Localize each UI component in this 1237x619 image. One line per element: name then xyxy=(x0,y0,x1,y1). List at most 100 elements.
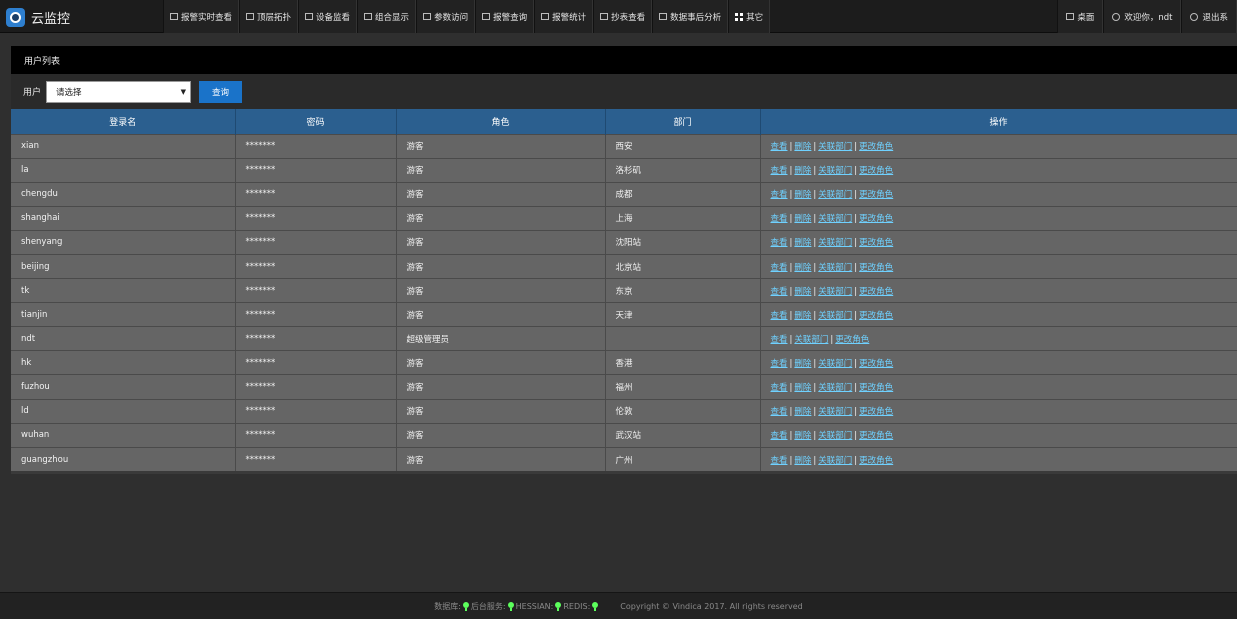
view-link[interactable]: 查看 xyxy=(771,311,788,321)
role-link[interactable]: 更改角色 xyxy=(859,142,893,152)
brand[interactable]: 云监控 xyxy=(6,7,70,27)
role-link[interactable]: 更改角色 xyxy=(859,383,893,393)
cell-actions: 查看 | 删除 | 关联部门 | 更改角色 xyxy=(760,398,1237,424)
cell-role: 游客 xyxy=(396,181,606,207)
delete-link[interactable]: 删除 xyxy=(794,383,811,393)
role-link[interactable]: 更改角色 xyxy=(859,287,893,297)
delete-link[interactable]: 删除 xyxy=(794,456,811,466)
table-row: ndt ******* 超级管理员 查看 | 关联部门 | 更改角色 xyxy=(11,326,1237,351)
view-link[interactable]: 查看 xyxy=(771,190,788,200)
view-link[interactable]: 查看 xyxy=(771,214,788,224)
role-link[interactable]: 更改角色 xyxy=(859,263,893,273)
bulb-icon xyxy=(507,601,514,611)
view-link[interactable]: 查看 xyxy=(771,456,788,466)
nav-item-8[interactable]: 数据事后分析 xyxy=(652,0,729,33)
power-icon xyxy=(1190,12,1199,21)
role-link[interactable]: 更改角色 xyxy=(859,456,893,466)
dept-link[interactable]: 关联部门 xyxy=(818,166,852,176)
desktop-link[interactable]: 桌面 xyxy=(1057,0,1104,33)
role-link[interactable]: 更改角色 xyxy=(859,166,893,176)
separator: | xyxy=(854,190,858,201)
dept-link[interactable]: 关联部门 xyxy=(818,214,852,224)
dept-link[interactable]: 关联部门 xyxy=(818,287,852,297)
cell-dept: 东京 xyxy=(605,278,761,303)
dept-link[interactable]: 关联部门 xyxy=(818,142,852,152)
role-link[interactable]: 更改角色 xyxy=(859,407,893,417)
nav-item-6[interactable]: 报警统计 xyxy=(534,0,594,33)
cell-role: 游客 xyxy=(396,446,606,472)
role-link[interactable]: 更改角色 xyxy=(859,359,893,369)
view-link[interactable]: 查看 xyxy=(771,142,788,152)
cell-actions: 查看 | 删除 | 关联部门 | 更改角色 xyxy=(760,133,1237,159)
separator: | xyxy=(854,455,858,466)
delete-link[interactable]: 删除 xyxy=(794,238,811,248)
dept-link[interactable]: 关联部门 xyxy=(818,263,852,273)
delete-link[interactable]: 删除 xyxy=(794,431,811,441)
delete-link[interactable]: 删除 xyxy=(794,287,811,297)
nav-item-7[interactable]: 抄表查看 xyxy=(593,0,653,33)
separator: | xyxy=(813,166,817,177)
delete-link[interactable]: 删除 xyxy=(794,214,811,224)
nav-item-3[interactable]: 组合显示 xyxy=(357,0,417,33)
dept-link[interactable]: 关联部门 xyxy=(818,190,852,200)
logout-link[interactable]: 退出系 xyxy=(1181,0,1237,33)
welcome-user[interactable]: 欢迎你，ndt xyxy=(1103,0,1182,33)
monitor-icon xyxy=(423,13,432,20)
cell-actions: 查看 | 删除 | 关联部门 | 更改角色 xyxy=(760,374,1237,400)
dept-link[interactable]: 关联部门 xyxy=(818,456,852,466)
nav-item-1[interactable]: 顶层拓扑 xyxy=(239,0,299,33)
dept-link[interactable]: 关联部门 xyxy=(794,335,828,345)
user-select[interactable]: 请选择 ▼ xyxy=(46,80,192,103)
view-link[interactable]: 查看 xyxy=(771,359,788,369)
delete-link[interactable]: 删除 xyxy=(794,142,811,152)
bulb-icon xyxy=(555,601,562,611)
separator: | xyxy=(813,310,817,321)
view-link[interactable]: 查看 xyxy=(771,407,788,417)
cell-login: guangzhou xyxy=(11,446,236,472)
delete-link[interactable]: 删除 xyxy=(794,263,811,273)
nav-item-2[interactable]: 设备监看 xyxy=(298,0,358,33)
cell-dept: 福州 xyxy=(605,374,761,400)
nav-item-0[interactable]: 报警实时查看 xyxy=(163,0,240,33)
view-link[interactable]: 查看 xyxy=(771,431,788,441)
separator: | xyxy=(854,166,858,177)
delete-link[interactable]: 删除 xyxy=(794,166,811,176)
view-link[interactable]: 查看 xyxy=(771,166,788,176)
view-link[interactable]: 查看 xyxy=(771,263,788,273)
role-link[interactable]: 更改角色 xyxy=(859,311,893,321)
table-row: ld ******* 游客 伦敦 查看 | 删除 | 关联部门 | 更改角色 xyxy=(11,398,1237,424)
dept-link[interactable]: 关联部门 xyxy=(818,431,852,441)
dept-link[interactable]: 关联部门 xyxy=(818,238,852,248)
role-link[interactable]: 更改角色 xyxy=(859,238,893,248)
role-link[interactable]: 更改角色 xyxy=(859,431,893,441)
view-link[interactable]: 查看 xyxy=(771,287,788,297)
role-link[interactable]: 更改角色 xyxy=(859,214,893,224)
chart-icon xyxy=(541,13,550,20)
cell-role: 游客 xyxy=(396,374,606,400)
dept-link[interactable]: 关联部门 xyxy=(818,311,852,321)
separator: | xyxy=(830,334,834,345)
cell-login: shenyang xyxy=(11,229,236,255)
delete-link[interactable]: 删除 xyxy=(794,311,811,321)
view-link[interactable]: 查看 xyxy=(771,238,788,248)
role-link[interactable]: 更改角色 xyxy=(835,335,869,345)
query-button[interactable]: 查询 xyxy=(199,80,243,103)
cell-actions: 查看 | 删除 | 关联部门 | 更改角色 xyxy=(760,422,1237,448)
role-link[interactable]: 更改角色 xyxy=(859,190,893,200)
cell-login: xian xyxy=(11,133,236,159)
nav-item-9[interactable]: 其它 xyxy=(728,0,771,33)
dept-link[interactable]: 关联部门 xyxy=(818,359,852,369)
service-status: 数据库: 后台服务: HESSIAN: REDIS: xyxy=(434,601,600,612)
dept-link[interactable]: 关联部门 xyxy=(818,407,852,417)
delete-link[interactable]: 删除 xyxy=(794,407,811,417)
view-link[interactable]: 查看 xyxy=(771,335,788,345)
dept-link[interactable]: 关联部门 xyxy=(818,383,852,393)
delete-link[interactable]: 删除 xyxy=(794,190,811,200)
cell-actions: 查看 | 删除 | 关联部门 | 更改角色 xyxy=(760,181,1237,207)
column-header: 操作 xyxy=(760,109,1237,134)
view-link[interactable]: 查看 xyxy=(771,383,788,393)
cell-dept: 香港 xyxy=(605,350,761,375)
nav-item-5[interactable]: 报警查询 xyxy=(475,0,535,33)
delete-link[interactable]: 删除 xyxy=(794,359,811,369)
nav-item-4[interactable]: 参数访问 xyxy=(416,0,476,33)
